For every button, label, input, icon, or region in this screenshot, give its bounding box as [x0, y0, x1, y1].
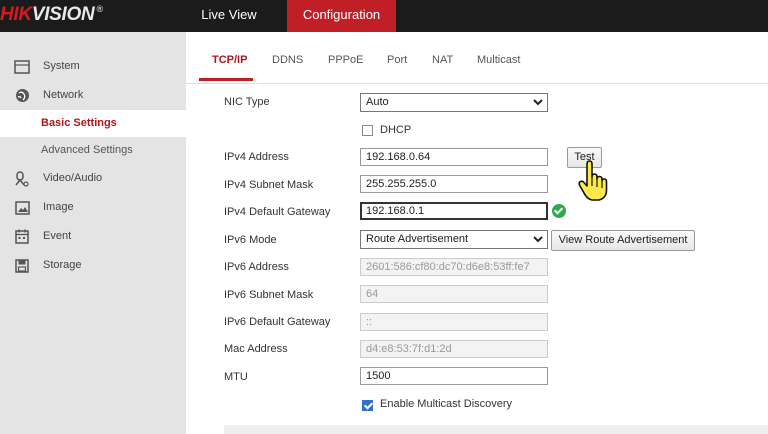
mtu-input[interactable] — [360, 367, 548, 385]
sidebar-item-label: Network — [43, 89, 84, 101]
ipv6-subnet-input[interactable] — [360, 285, 548, 303]
ipv4-address-label: IPv4 Address — [224, 151, 289, 163]
ipv4-gateway-input[interactable] — [360, 202, 548, 220]
microphone-icon — [14, 170, 30, 187]
globe-icon — [14, 88, 30, 103]
image-icon — [14, 200, 30, 215]
ipv6-gateway-input[interactable] — [360, 313, 548, 331]
ipv4-gateway-label: IPv4 Default Gateway — [224, 206, 331, 218]
sidebar-item-network[interactable]: Network — [0, 81, 186, 110]
tab-pppoe[interactable]: PPPoE — [328, 54, 363, 66]
mac-address-label: Mac Address — [224, 343, 288, 355]
tab-live-view[interactable]: Live View — [188, 0, 270, 32]
tab-tcpip[interactable]: TCP/IP — [212, 54, 247, 66]
view-route-advertisement-button[interactable]: View Route Advertisement — [551, 230, 695, 251]
ipv6-address-label: IPv6 Address — [224, 261, 289, 273]
tab-port[interactable]: Port — [387, 54, 407, 66]
multicast-discovery-label: Enable Multicast Discovery — [380, 398, 513, 410]
ipv6-mode-label: IPv6 Mode — [224, 234, 277, 246]
sidebar: System Network Basic Settings Advanced S… — [0, 32, 186, 434]
ipv4-subnet-input[interactable] — [360, 175, 548, 193]
nic-type-value: Auto — [366, 96, 389, 108]
ipv6-gateway-label: IPv6 Default Gateway — [224, 316, 331, 328]
network-subtabs: TCP/IP DDNS PPPoE Port NAT Multicast — [186, 32, 768, 84]
sidebar-item-video-audio[interactable]: Video/Audio — [0, 164, 186, 193]
tab-nat[interactable]: NAT — [432, 54, 453, 66]
sidebar-item-storage[interactable]: Storage — [0, 251, 186, 280]
hand-cursor-icon — [578, 160, 608, 201]
ipv6-mode-value: Route Advertisement — [366, 233, 469, 245]
save-icon — [14, 258, 30, 273]
sidebar-item-advanced-settings[interactable]: Advanced Settings — [0, 137, 186, 164]
chevron-down-icon — [533, 233, 543, 251]
monitor-icon — [14, 59, 30, 74]
nic-type-label: NIC Type — [224, 96, 270, 108]
hikvision-logo: HIKVISION ® — [0, 4, 103, 25]
ipv6-address-input[interactable] — [360, 258, 548, 276]
calendar-icon — [14, 229, 30, 244]
chevron-down-icon — [533, 96, 543, 114]
mac-address-input[interactable] — [360, 340, 548, 358]
multicast-discovery-checkbox[interactable] — [362, 400, 373, 411]
sidebar-item-label: Storage — [43, 259, 82, 271]
main-content: TCP/IP DDNS PPPoE Port NAT Multicast NIC… — [186, 32, 768, 434]
dhcp-label: DHCP — [380, 124, 412, 136]
ipv4-address-input[interactable] — [360, 148, 548, 166]
sidebar-item-image[interactable]: Image — [0, 193, 186, 222]
sidebar-item-label: Event — [43, 230, 72, 242]
bottom-divider — [224, 425, 768, 434]
top-nav-bar: HIKVISION ® Live View Configuration — [0, 0, 768, 32]
tab-configuration[interactable]: Configuration — [287, 0, 396, 32]
mtu-label: MTU — [224, 371, 248, 383]
ipv6-subnet-label: IPv6 Subnet Mask — [224, 289, 314, 301]
tab-ddns[interactable]: DDNS — [272, 54, 303, 66]
sidebar-item-label: Image — [43, 201, 74, 213]
sidebar-item-event[interactable]: Event — [0, 222, 186, 251]
active-tab-indicator — [199, 78, 253, 81]
ipv4-subnet-label: IPv4 Subnet Mask — [224, 179, 314, 191]
dhcp-checkbox[interactable] — [362, 125, 373, 136]
check-circle-icon — [552, 204, 566, 218]
ipv6-mode-select[interactable]: Route Advertisement — [360, 230, 548, 249]
sidebar-item-basic-settings[interactable]: Basic Settings — [0, 110, 186, 137]
tab-multicast[interactable]: Multicast — [477, 54, 520, 66]
sidebar-item-label: System — [43, 60, 80, 72]
sidebar-item-system[interactable]: System — [0, 52, 186, 81]
nic-type-select[interactable]: Auto — [360, 93, 548, 112]
sidebar-item-label: Video/Audio — [43, 172, 103, 184]
